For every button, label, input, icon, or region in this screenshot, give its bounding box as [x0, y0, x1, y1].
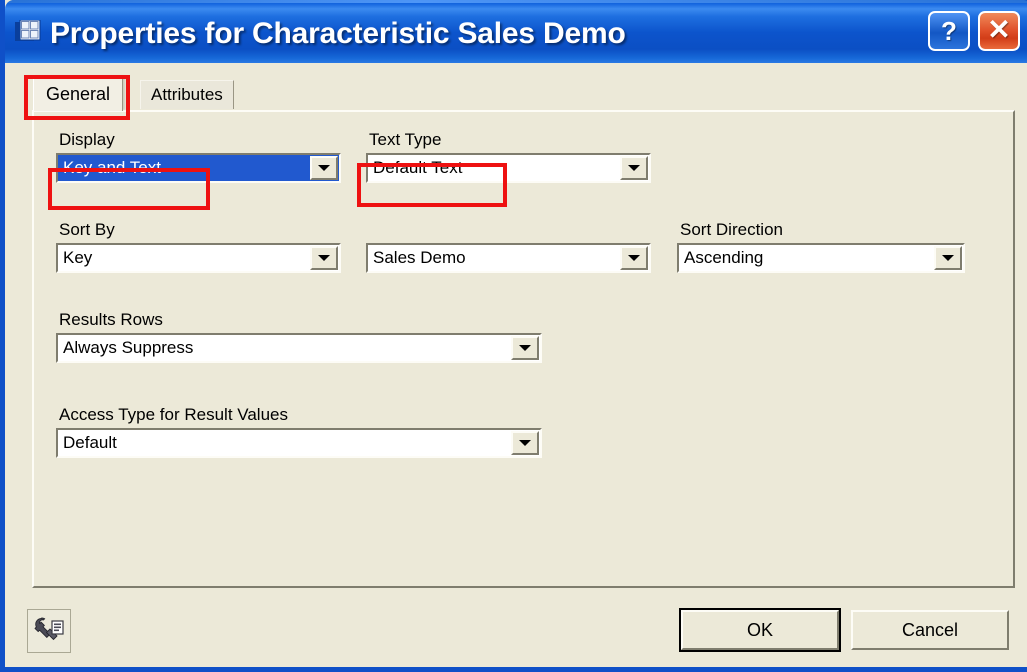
- help-button[interactable]: ?: [928, 11, 970, 51]
- chevron-down-icon[interactable]: [511, 336, 539, 360]
- settings-tools-button[interactable]: [27, 609, 71, 653]
- chevron-down-icon[interactable]: [511, 431, 539, 455]
- text-type-combobox[interactable]: Default Text: [366, 153, 651, 183]
- properties-dialog-window: Properties for Characteristic Sales Demo…: [0, 0, 1027, 672]
- cancel-button[interactable]: Cancel: [851, 610, 1009, 650]
- wrench-settings-icon: [34, 617, 64, 641]
- chevron-down-icon[interactable]: [310, 156, 338, 180]
- display-label: Display: [59, 130, 115, 149]
- sort-direction-label: Sort Direction: [680, 220, 783, 239]
- tab-general[interactable]: General: [33, 77, 124, 111]
- ok-button[interactable]: OK: [679, 608, 841, 652]
- sort-by-value: Key: [63, 248, 93, 267]
- ok-button-label: OK: [746, 620, 773, 640]
- cancel-button-label: Cancel: [901, 620, 959, 640]
- dialog-client-area: General Attributes Display Key and Text …: [10, 63, 1027, 667]
- access-type-combobox[interactable]: Default: [56, 428, 542, 458]
- sort-by-secondary-value: Sales Demo: [373, 248, 466, 267]
- results-rows-combobox[interactable]: Always Suppress: [56, 333, 542, 363]
- sort-direction-value: Ascending: [684, 248, 764, 267]
- text-type-value: Default Text: [373, 158, 463, 177]
- chevron-down-icon[interactable]: [620, 246, 648, 270]
- tab-general-label: General: [46, 84, 111, 104]
- text-type-label: Text Type: [369, 130, 442, 149]
- chevron-down-icon[interactable]: [620, 156, 648, 180]
- tab-attributes[interactable]: Attributes: [140, 80, 234, 109]
- tab-strip: General Attributes: [10, 63, 1027, 111]
- close-icon: ✕: [987, 14, 1011, 45]
- results-rows-label: Results Rows: [59, 310, 163, 329]
- tab-attributes-label: Attributes: [151, 85, 223, 104]
- display-combobox[interactable]: Key and Text: [56, 153, 341, 183]
- close-button[interactable]: ✕: [978, 11, 1020, 51]
- title-bar[interactable]: Properties for Characteristic Sales Demo…: [5, 0, 1027, 63]
- access-type-value: Default: [63, 433, 117, 452]
- help-icon: ?: [941, 16, 957, 46]
- sort-by-label: Sort By: [59, 220, 115, 239]
- chevron-down-icon[interactable]: [310, 246, 338, 270]
- window-title: Properties for Characteristic Sales Demo: [50, 17, 626, 50]
- results-rows-value: Always Suppress: [63, 338, 194, 357]
- grid-table-icon: [15, 19, 41, 44]
- sort-by-combobox[interactable]: Key: [56, 243, 341, 273]
- display-value: Key and Text: [58, 155, 310, 181]
- chevron-down-icon[interactable]: [934, 246, 962, 270]
- sort-direction-combobox[interactable]: Ascending: [677, 243, 965, 273]
- access-type-label: Access Type for Result Values: [59, 405, 288, 424]
- general-tab-panel: Display Key and Text Text Type Default T…: [32, 110, 1015, 588]
- sort-by-secondary-combobox[interactable]: Sales Demo: [366, 243, 651, 273]
